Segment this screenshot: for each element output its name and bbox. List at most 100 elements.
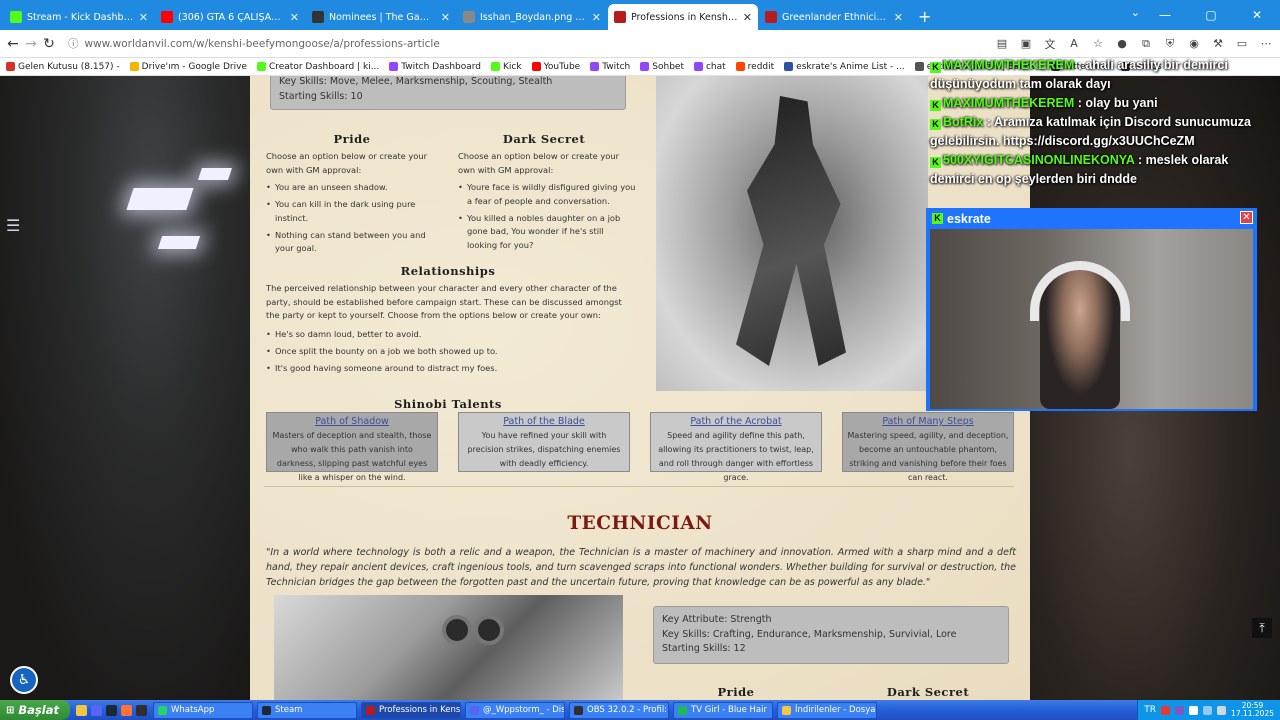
bookmark-item[interactable]: Twitch Dashboard — [389, 62, 481, 72]
taskbar-button[interactable]: @_Wppstorm_ - Discord — [465, 701, 565, 719]
reader-mode-icon[interactable]: ▤ — [994, 37, 1010, 50]
bookmark-item[interactable]: Drive'ım - Google Drive — [129, 62, 247, 72]
talent-card: Path of the Blade You have refined your … — [458, 412, 630, 472]
reload-button[interactable]: ↻ — [42, 33, 56, 55]
talents-heading: Shinobi Talents — [394, 397, 502, 411]
read-aloud-icon[interactable]: A — [1066, 37, 1082, 50]
bookmark-item[interactable]: chat — [693, 62, 726, 72]
bookmark-item[interactable]: Sohbet — [640, 62, 684, 72]
folder-icon[interactable] — [76, 704, 87, 716]
bookmark-item[interactable]: Creator Dashboard | ki... — [256, 62, 379, 72]
lamp-light — [157, 236, 201, 249]
tab-close-icon[interactable]: ✕ — [441, 11, 450, 24]
tab-label: (306) GTA 6 ÇALIŞANLAR VERİ — [178, 11, 285, 23]
tools-icon[interactable]: ⚒ — [1210, 37, 1226, 50]
clock[interactable]: 20:59 17.11.2025 — [1231, 702, 1274, 718]
chat-username[interactable]: MAXIMUMTHEKEREM — [943, 58, 1074, 72]
bookmark-favicon-icon — [590, 62, 600, 71]
browser-tab[interactable]: Isshan_Boydan.png (WEBP resmi, 4 ✕ — [457, 4, 607, 30]
address-bar[interactable]: ⓘ www.worldanvil.com/w/kenshi-beefymongo… — [60, 33, 980, 55]
webcam-close-icon[interactable]: ✕ — [1240, 211, 1253, 224]
bookmark-label: Sohbet — [652, 61, 684, 72]
taskbar-button[interactable]: İndirilenler - Dosya Ge... — [777, 701, 877, 719]
browser-tab[interactable]: Nominees | The Game Awards ✕ — [306, 4, 456, 30]
tga-icon — [312, 11, 324, 23]
bookmark-label: Gelen Kutusu (8.157) - — [18, 61, 120, 72]
pride-intro: Choose an option below or create your ow… — [266, 151, 428, 175]
firefox-icon[interactable] — [121, 704, 132, 716]
sidebar-icon[interactable]: ▭ — [1234, 37, 1250, 50]
talent-link[interactable]: Path of Many Steps — [847, 416, 1009, 427]
tab-close-icon[interactable]: ✕ — [592, 11, 601, 24]
technician-stats-box: Key Attribute: Strength Key Skills: Craf… — [653, 606, 1009, 664]
goggle-shape — [474, 615, 504, 645]
language-indicator[interactable]: TR — [1144, 705, 1156, 715]
hamburger-menu-icon[interactable]: ☰ — [6, 216, 24, 235]
tray-app-icon[interactable] — [1161, 705, 1171, 715]
tab-list-icon[interactable]: ⌄ — [1131, 6, 1140, 19]
extension-icon[interactable]: ● — [1114, 37, 1130, 50]
new-tab-button[interactable]: + — [910, 4, 939, 30]
list-item: Nothing can stand between you and your g… — [266, 229, 444, 256]
volume-icon[interactable] — [1217, 705, 1227, 715]
tab-close-icon[interactable]: ✕ — [290, 11, 299, 24]
translate-icon[interactable]: 文 — [1042, 36, 1058, 52]
bookmark-star-icon[interactable]: ☆ — [1090, 37, 1106, 50]
taskbar-button[interactable]: OBS 32.0.2 - Profil: İsi... — [569, 701, 669, 719]
taskbar-items: WhatsApp Steam Professions in Kenshi | ...… — [153, 701, 881, 719]
steam-icon[interactable] — [106, 704, 117, 716]
chat-username[interactable]: BotRix — [943, 115, 983, 129]
accessibility-icon[interactable]: ♿ — [10, 666, 38, 694]
bookmark-item[interactable]: Twitch — [590, 62, 630, 72]
bookmark-favicon-icon — [491, 62, 501, 71]
scroll-to-top-button[interactable]: ⤒ — [1252, 618, 1272, 638]
close-window-button[interactable]: ✕ — [1234, 0, 1280, 30]
site-info-icon[interactable]: ⓘ — [68, 36, 79, 51]
tray-app-icon[interactable] — [1189, 705, 1199, 715]
screenshot-icon[interactable]: ▣ — [1018, 37, 1034, 50]
menu-icon[interactable]: ⋯ — [1258, 37, 1274, 50]
browser-tab[interactable]: Greenlander Ethnicity in Kenshi ✕ — [759, 4, 909, 30]
lamp-light — [198, 168, 232, 180]
talent-link[interactable]: Path of the Acrobat — [655, 416, 817, 427]
pride-list: You are an unseen shadow. You can kill i… — [266, 181, 444, 259]
bookmark-item[interactable]: YouTube — [531, 62, 580, 72]
tab-close-icon[interactable]: ✕ — [139, 11, 148, 24]
start-button[interactable]: ⊞ Başlat — [0, 700, 70, 720]
discord-icon[interactable] — [91, 704, 102, 716]
extension-2-icon[interactable]: ◉ — [1186, 37, 1202, 50]
chat-username[interactable]: MAXIMUMTHEKEREM — [943, 96, 1074, 110]
tray-app-icon[interactable] — [1175, 705, 1185, 715]
bookmark-item[interactable]: Kick — [491, 62, 522, 72]
section-divider — [264, 486, 1014, 487]
bookmark-item[interactable]: reddit — [735, 62, 774, 72]
chat-separator: : — [1074, 58, 1086, 72]
webcam-header: K eskrate — [928, 210, 1255, 227]
taskbar-button[interactable]: WhatsApp — [153, 701, 253, 719]
browser-tab[interactable]: Stream - Kick Dashboard ✕ — [4, 4, 154, 30]
minimize-button[interactable]: — — [1142, 0, 1188, 30]
browser-tab[interactable]: Professions in Kenshi | World A ✕ — [608, 4, 758, 30]
talent-link[interactable]: Path of Shadow — [271, 416, 433, 427]
bookmark-item[interactable]: eskrate's Anime List - ... — [784, 62, 905, 72]
taskbar-button[interactable]: TV Girl - Blue Hair — [673, 701, 773, 719]
forward-button[interactable]: → — [24, 33, 38, 55]
browser-tab[interactable]: (306) GTA 6 ÇALIŞANLAR VERİ ✕ — [155, 4, 305, 30]
network-icon[interactable] — [1203, 705, 1213, 715]
back-button[interactable]: ← — [6, 33, 20, 55]
taskbar-button[interactable]: Professions in Kenshi | ... — [361, 701, 461, 719]
system-tray: TR 20:59 17.11.2025 — [1137, 700, 1280, 720]
talent-link[interactable]: Path of the Blade — [463, 416, 625, 427]
tab-close-icon[interactable]: ✕ — [894, 11, 903, 24]
chat-username[interactable]: 500XYIGITCASINONLINEKONYA — [943, 153, 1134, 167]
tab-close-icon[interactable]: ✕ — [743, 11, 752, 24]
obs-icon[interactable] — [136, 704, 147, 716]
shinobi-figure — [736, 96, 846, 366]
maximize-button[interactable]: ▢ — [1188, 0, 1234, 30]
shield-icon[interactable]: ⛨ — [1162, 37, 1178, 51]
goggle-shape — [442, 615, 472, 645]
taskbar-button[interactable]: Steam — [257, 701, 357, 719]
taskbar-app-icon — [158, 705, 167, 715]
bookmark-item[interactable]: Gelen Kutusu (8.157) - — [6, 62, 120, 72]
puzzle-icon[interactable]: ⧉ — [1138, 37, 1154, 51]
